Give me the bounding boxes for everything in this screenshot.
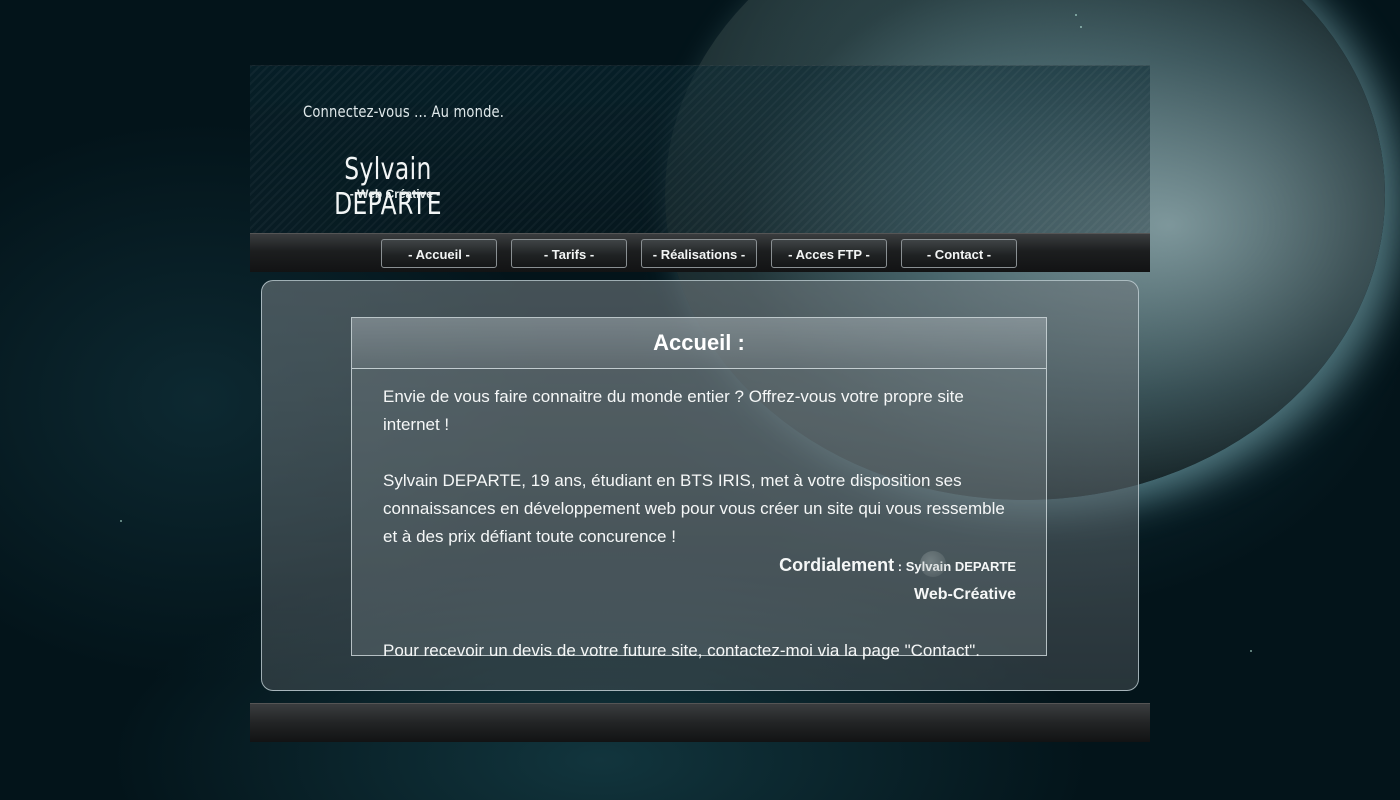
article-paragraph-about: Sylvain DEPARTE, 19 ans, étudiant en BTS… bbox=[383, 471, 1005, 546]
site-tagline: Connectez-vous ... Au monde. bbox=[303, 102, 505, 121]
star bbox=[1250, 650, 1252, 652]
article-body: Envie de vous faire connaitre du monde e… bbox=[352, 369, 1046, 665]
nav-acces-ftp[interactable]: - Acces FTP - bbox=[771, 239, 887, 268]
site-brand-subtitle: - Web Créative - bbox=[349, 187, 441, 201]
nav-tarifs[interactable]: - Tarifs - bbox=[511, 239, 627, 268]
signature-brand: Web-Créative bbox=[914, 586, 1016, 603]
signature-name: : Sylvain DEPARTE bbox=[894, 559, 1016, 574]
nav-realisations[interactable]: - Réalisations - bbox=[641, 239, 757, 268]
article-paragraph-contact: Pour recevoir un devis de votre future s… bbox=[383, 641, 980, 660]
site-container: Connectez-vous ... Au monde. Sylvain DEP… bbox=[250, 65, 1150, 742]
article-box: Accueil : Envie de vous faire connaitre … bbox=[351, 317, 1047, 660]
content-frame: Accueil : Envie de vous faire connaitre … bbox=[261, 280, 1139, 691]
star bbox=[1075, 14, 1077, 16]
main-nav: - Accueil - - Tarifs - - Réalisations - … bbox=[250, 233, 1150, 272]
article-paragraph-intro: Envie de vous faire connaitre du monde e… bbox=[383, 387, 964, 434]
signature-greeting: Cordialement bbox=[779, 555, 895, 575]
moon-icon bbox=[920, 551, 946, 577]
nav-contact[interactable]: - Contact - bbox=[901, 239, 1017, 268]
article-title: Accueil : bbox=[352, 318, 1046, 369]
star bbox=[1080, 26, 1082, 28]
site-header: Connectez-vous ... Au monde. Sylvain DEP… bbox=[250, 65, 1150, 234]
nav-accueil[interactable]: - Accueil - bbox=[381, 239, 497, 268]
site-footer bbox=[250, 703, 1150, 742]
star bbox=[120, 520, 122, 522]
